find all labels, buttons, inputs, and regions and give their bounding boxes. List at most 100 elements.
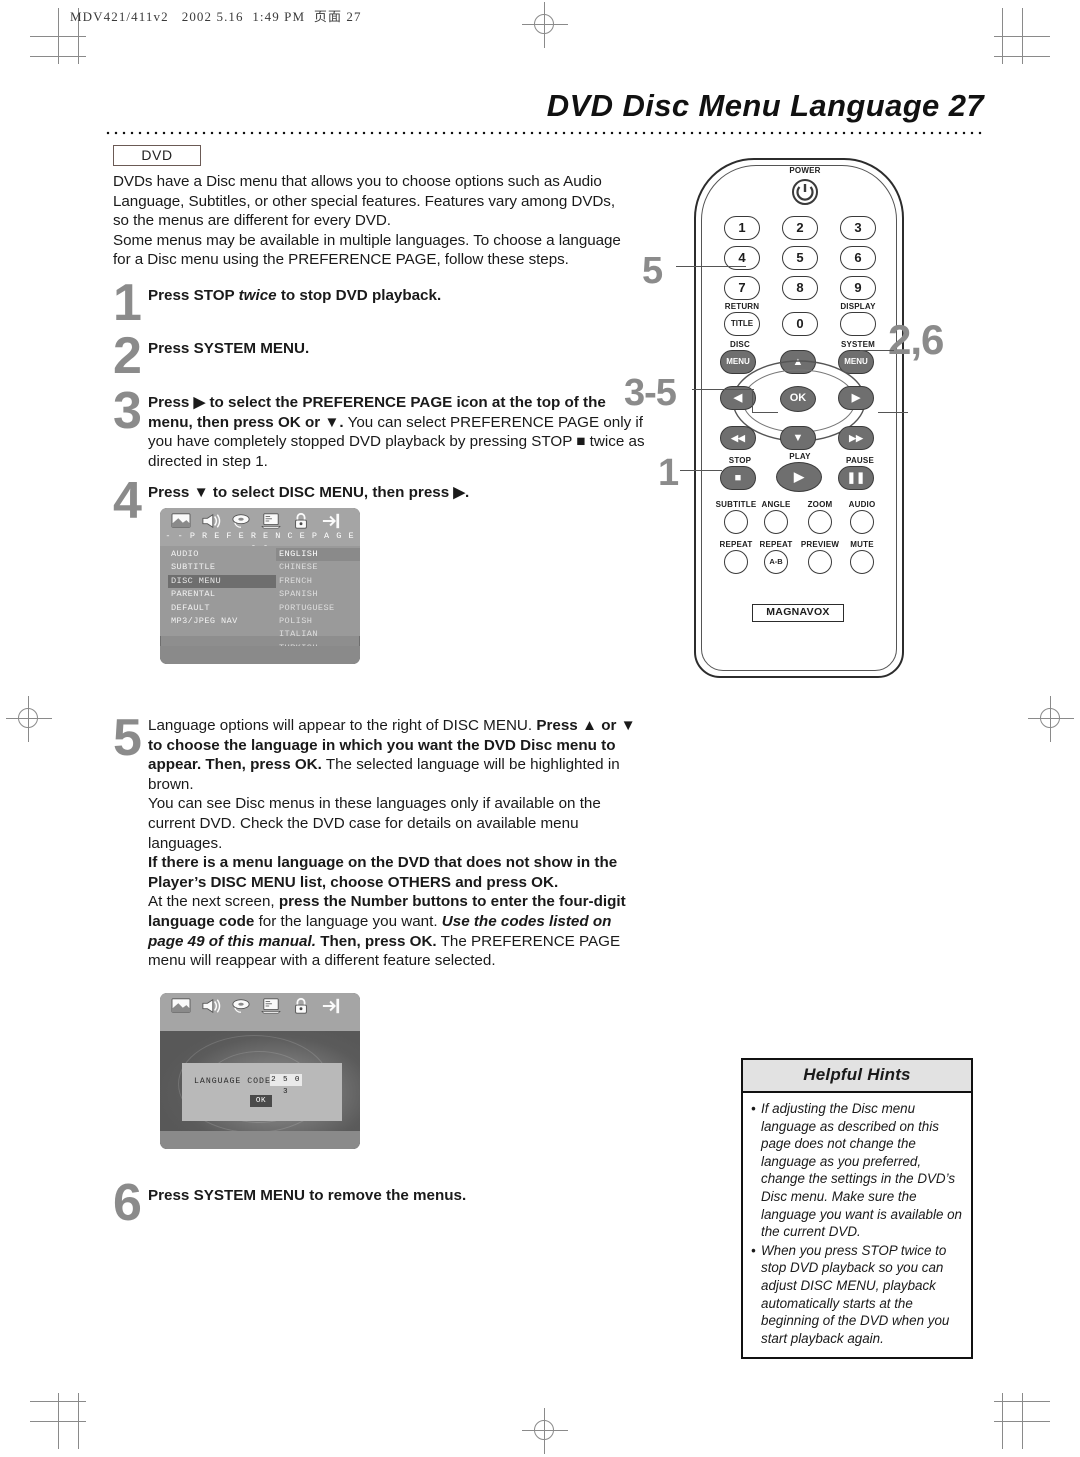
callout-navigation-leader-2	[752, 389, 753, 413]
stop-button[interactable]: ■	[720, 466, 756, 490]
nav-down-button[interactable]: ▼	[780, 426, 816, 450]
step-2-text: Press SYSTEM MENU.	[148, 340, 310, 357]
language-option-french[interactable]: FRENCH	[276, 575, 360, 588]
menu-item-audio[interactable]: AUDIO	[168, 548, 276, 561]
disc-label: DISC	[730, 340, 750, 349]
display-button[interactable]	[840, 312, 876, 336]
step-4-text: Press ▼ to select DISC MENU, then press …	[148, 484, 470, 501]
audio-label: AUDIO	[848, 500, 876, 509]
menu-item-default[interactable]: DEFAULT	[168, 602, 276, 615]
brand-logo: MAGNAVOX	[752, 604, 844, 622]
mute-button[interactable]	[850, 550, 874, 574]
power-icon[interactable]	[791, 178, 819, 206]
step-6-number: 6	[113, 1174, 142, 1232]
preference-icon	[261, 513, 281, 529]
menu-item-disc-menu[interactable]: DISC MENU	[168, 574, 276, 589]
number-button-7[interactable]: 7	[724, 276, 760, 300]
angle-label: ANGLE	[761, 500, 791, 509]
play-button[interactable]: ▶	[776, 462, 822, 492]
hint-text: When you press STOP twice to stop DVD pl…	[761, 1242, 950, 1346]
system-label: SYSTEM	[840, 340, 876, 349]
language-code-input[interactable]: 2 5 0 3	[270, 1074, 302, 1096]
remote-control-illustration: POWER 1 2 3 4 5 6 7 8 9 RETURN DISPLAY T…	[694, 158, 904, 678]
callout-navigation-leader-3	[752, 412, 778, 413]
callout-system-menu-leader	[860, 350, 894, 351]
language-code-label: LANGUAGE CODE	[194, 1077, 271, 1086]
preference-icon	[261, 998, 281, 1014]
screen-footer-bar	[160, 646, 360, 664]
pause-label: PAUSE	[846, 456, 874, 465]
menu-item-parental[interactable]: PARENTAL	[168, 588, 276, 601]
callout-stop: 1	[658, 452, 679, 494]
callout-stop-leader	[680, 470, 722, 471]
number-button-1[interactable]: 1	[724, 216, 760, 240]
next-track-button[interactable]: ▶▶	[838, 426, 874, 450]
subtitle-label: SUBTITLE	[715, 500, 757, 509]
subtitle-button[interactable]	[724, 510, 748, 534]
dvd-media-badge: DVD	[113, 145, 201, 166]
screen-preference-page: - - P R E F E R E N C E P A G E - - AUDI…	[160, 508, 360, 664]
previous-track-button[interactable]: ◀◀	[720, 426, 756, 450]
angle-button[interactable]	[764, 510, 788, 534]
parental-lock-icon	[295, 512, 307, 529]
return-label: RETURN	[724, 302, 760, 311]
title-dotted-rule	[104, 131, 982, 135]
repeat-button[interactable]	[724, 550, 748, 574]
number-button-8[interactable]: 8	[782, 276, 818, 300]
stop-label: STOP	[728, 456, 752, 465]
screen-icon-bar: - - P R E F E R E N C E P A G E - -	[160, 508, 360, 551]
bullet-icon: •	[751, 1242, 756, 1258]
repeat-ab-button[interactable]: A-B	[764, 550, 788, 574]
step-4-number: 4	[113, 472, 142, 530]
screen2-footer-bar	[160, 1131, 360, 1149]
language-option-italian[interactable]: ITALIAN	[276, 628, 360, 641]
callout-numbers-leader	[676, 266, 746, 267]
step-3-number: 3	[113, 382, 142, 440]
preview-button[interactable]	[808, 550, 832, 574]
screen-menu-body: AUDIO SUBTITLE DISC MENU PARENTAL DEFAUL…	[160, 546, 360, 653]
list-item: • If adjusting the Disc menu language as…	[751, 1100, 963, 1241]
helpful-hints-title: Helpful Hints	[743, 1060, 971, 1093]
step-5-text: Language options will appear to the righ…	[148, 717, 636, 970]
nav-right-button[interactable]: ▶	[838, 386, 874, 410]
helpful-hints-box: Helpful Hints • If adjusting the Disc me…	[741, 1058, 973, 1360]
list-item: • When you press STOP twice to stop DVD …	[751, 1242, 963, 1348]
language-option-polish[interactable]: POLISH	[276, 615, 360, 628]
step-6-text: Press SYSTEM MENU to remove the menus.	[148, 1187, 467, 1204]
mute-label: MUTE	[850, 540, 874, 549]
ok-button[interactable]: OK	[780, 386, 816, 412]
exit-icon	[322, 513, 340, 529]
number-button-5[interactable]: 5	[782, 246, 818, 270]
callout-system-menu: 2,6	[888, 316, 944, 363]
helpful-hints-list: • If adjusting the Disc menu language as…	[743, 1093, 971, 1357]
audio-button[interactable]	[850, 510, 874, 534]
language-option-portuguese[interactable]: PORTUGUESE	[276, 602, 360, 615]
language-code-ok-button[interactable]: OK	[250, 1095, 272, 1107]
repeat-ab-label: REPEAT	[759, 540, 793, 549]
number-button-2[interactable]: 2	[782, 216, 818, 240]
language-option-spanish[interactable]: SPANISH	[276, 588, 360, 601]
screen-language-column: ENGLISH CHINESE FRENCH SPANISH PORTUGUES…	[276, 548, 360, 655]
number-button-6[interactable]: 6	[840, 246, 876, 270]
zoom-button[interactable]	[808, 510, 832, 534]
pause-button[interactable]: ❚❚	[838, 466, 874, 490]
display-label: DISPLAY	[840, 302, 876, 311]
step-1-number: 1	[113, 274, 142, 332]
language-option-english[interactable]: ENGLISH	[276, 548, 360, 562]
step-1-text: Press STOP twice to stop DVD playback.	[148, 287, 442, 304]
audio-icon	[202, 998, 221, 1014]
number-button-9[interactable]: 9	[840, 276, 876, 300]
hint-text: If adjusting the Disc menu language as d…	[761, 1101, 963, 1240]
zoom-label: ZOOM	[807, 500, 833, 509]
menu-item-mp3-jpeg-nav[interactable]: MP3/JPEG NAV	[168, 615, 276, 628]
menu-item-subtitle[interactable]: SUBTITLE	[168, 561, 276, 574]
language-option-chinese[interactable]: CHINESE	[276, 561, 360, 574]
number-button-3[interactable]: 3	[840, 216, 876, 240]
audio-icon	[202, 513, 221, 529]
bullet-icon: •	[751, 1101, 756, 1116]
title-button[interactable]: TITLE	[724, 312, 760, 336]
number-button-0[interactable]: 0	[782, 312, 818, 336]
step-5-number: 5	[113, 709, 142, 767]
step-3-text: Press ▶ to select the PREFERENCE PAGE ic…	[148, 394, 645, 470]
step-2-number: 2	[113, 327, 142, 385]
